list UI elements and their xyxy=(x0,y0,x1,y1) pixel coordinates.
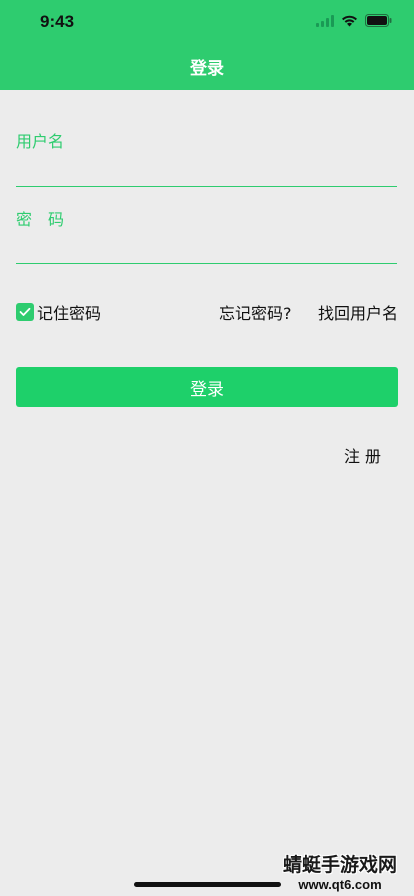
watermark-url: www.qt6.com xyxy=(298,877,382,892)
username-input[interactable] xyxy=(16,157,397,187)
options-row: 记住密码 忘记密码? 找回用户名 xyxy=(16,300,398,324)
status-bar: 9:43 xyxy=(0,0,414,44)
wifi-icon xyxy=(342,15,357,26)
remember-password-toggle[interactable]: 记住密码 xyxy=(16,300,101,324)
password-input[interactable] xyxy=(16,234,397,264)
password-label: 密 码 xyxy=(16,210,65,229)
login-button[interactable]: 登录 xyxy=(16,367,398,407)
password-underline xyxy=(16,263,397,264)
page-title: 登录 xyxy=(190,59,224,79)
status-icons xyxy=(316,14,392,27)
header: 9:43 登录 xyxy=(0,0,414,90)
remember-password-label[interactable]: 记住密码 xyxy=(37,300,101,324)
login-screen: 9:43 登录 用户名 密 码 记住密码 忘记密码? 找回用户名 登录 注册 蜻… xyxy=(0,0,414,896)
forgot-password-link[interactable]: 忘记密码? xyxy=(219,300,292,324)
battery-icon xyxy=(365,14,392,27)
watermark-title: 蜻蜓手游戏网 xyxy=(282,854,397,876)
home-indicator xyxy=(134,882,281,887)
signal-icon xyxy=(316,14,334,27)
recover-username-link[interactable]: 找回用户名 xyxy=(318,300,398,324)
status-time: 9:43 xyxy=(40,12,75,31)
watermark: 蜻蜓手游戏网 www.qt6.com xyxy=(272,850,408,892)
checkbox-checked-icon[interactable] xyxy=(16,303,34,321)
username-field[interactable]: 用户名 xyxy=(16,128,397,187)
register-link[interactable]: 注册 xyxy=(344,443,386,467)
password-field[interactable]: 密 码 xyxy=(16,206,397,264)
username-label: 用户名 xyxy=(16,132,65,151)
username-underline xyxy=(16,186,397,187)
